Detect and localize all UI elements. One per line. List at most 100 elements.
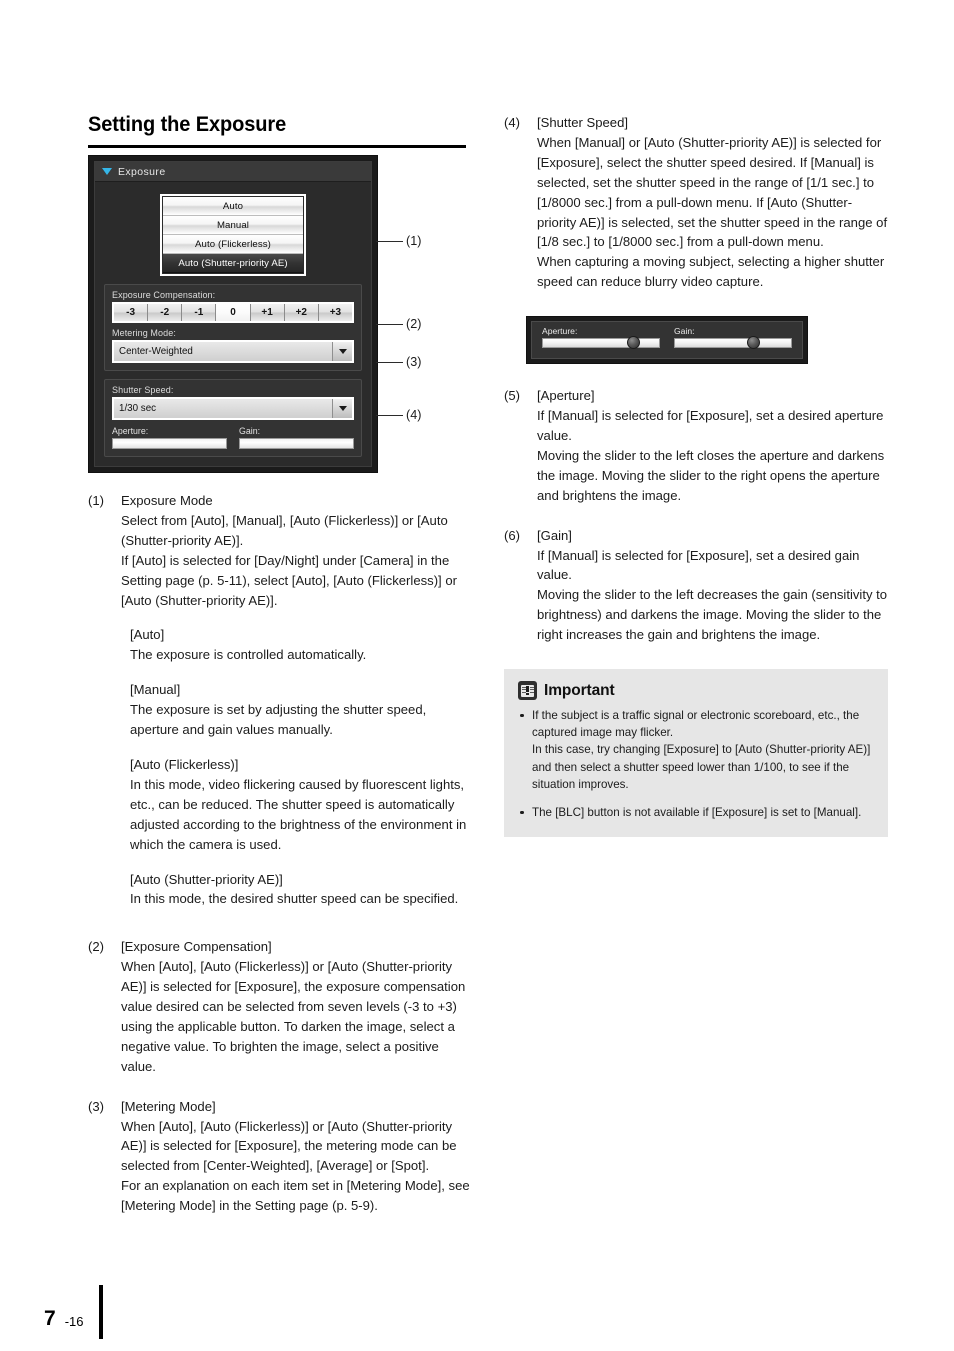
right-column: (4) [Shutter Speed] When [Manual] or [Au… — [504, 113, 888, 838]
item-5-heading: [Aperture] — [537, 388, 595, 404]
list-item-exposure-compensation: (2) [Exposure Compensation] When [Auto],… — [88, 937, 472, 1076]
document-page: Setting the Exposure Exposure Auto Manua… — [0, 0, 954, 1351]
exposure-panel-title: Exposure — [118, 165, 166, 178]
aperture-gain-slider-row: Aperture: Gain: — [542, 326, 792, 350]
item-4-body: When [Manual] or [Auto (Shutter-priority… — [537, 134, 888, 290]
page-title-block: Setting the Exposure — [88, 112, 466, 148]
sub-item-manual: [Manual] The exposure is set by adjustin… — [130, 680, 472, 740]
callout-4: (4) — [376, 408, 422, 422]
footer-bar — [99, 1285, 104, 1339]
exposure-mode-option-manual[interactable]: Manual — [163, 216, 303, 235]
important-callout-box: Important If the subject is a traffic si… — [504, 669, 888, 838]
exposure-compensation-buttons[interactable]: -3 -2 -1 0 +1 +2 +3 — [112, 302, 354, 323]
comp-button-minus2[interactable]: -2 — [148, 304, 183, 321]
exposure-panel-screenshot: Exposure Auto Manual Auto (Flickerless) … — [88, 155, 378, 473]
gain-label: Gain: — [239, 426, 261, 436]
sub-item-auto-flickerless-body: In this mode, video flickering caused by… — [130, 776, 467, 852]
callout-3-label: (3) — [406, 355, 422, 369]
metering-mode-dropdown-arrow-icon[interactable] — [332, 342, 352, 361]
gain-slider-block: Gain: — [239, 426, 354, 449]
list-item-aperture: (5) [Aperture] If [Manual] is selected f… — [504, 386, 888, 505]
sub-item-manual-heading: [Manual] — [130, 682, 181, 698]
aperture-slider-2[interactable] — [542, 336, 660, 350]
important-title: Important — [544, 681, 615, 699]
sub-item-auto-shutter-priority: [Auto (Shutter-priority AE)] In this mod… — [130, 870, 472, 910]
gain-slider[interactable] — [239, 438, 354, 449]
comp-button-plus2[interactable]: +2 — [284, 304, 319, 321]
list-item-shutter-speed: (4) [Shutter Speed] When [Manual] or [Au… — [504, 113, 888, 292]
title-divider — [88, 144, 466, 148]
sub-item-manual-body: The exposure is set by adjusting the shu… — [130, 702, 427, 738]
comp-button-zero[interactable]: 0 — [216, 304, 251, 321]
metering-mode-select[interactable]: Center-Weighted — [112, 340, 354, 363]
list-item-gain: (6) [Gain] If [Manual] is selected for [… — [504, 526, 888, 645]
callout-1: (1) — [376, 234, 421, 248]
callout-2-label: (2) — [406, 317, 422, 331]
metering-mode-value[interactable]: Center-Weighted — [114, 342, 332, 361]
callout-3-leader — [376, 361, 403, 363]
item-4-number: (4) — [504, 115, 521, 130]
item-1-body: Select from [Auto], [Manual], [Auto (Fli… — [121, 512, 457, 608]
shutter-speed-group: Shutter Speed: 1/30 sec Aperture: Gain: — [104, 379, 362, 457]
aperture-gain-row: Aperture: Gain: — [112, 426, 354, 449]
exposure-panel-body: Auto Manual Auto (Flickerless) Auto (Shu… — [95, 182, 371, 466]
aperture-gain-screenshot-inner: Aperture: Gain: — [531, 321, 803, 360]
callout-3: (3) — [376, 355, 422, 369]
aperture-label-2: Aperture: — [542, 326, 578, 337]
item-2-number: (2) — [88, 939, 105, 955]
shutter-speed-select[interactable]: 1/30 sec — [112, 397, 354, 420]
item-1-heading: Exposure Mode — [121, 493, 213, 508]
shutter-speed-dropdown-arrow-icon[interactable] — [332, 399, 352, 418]
item-6-body: If [Manual] is selected for [Exposure], … — [537, 547, 888, 643]
shutter-speed-label: Shutter Speed: — [112, 385, 174, 395]
exposure-mode-option-auto-shutter-priority[interactable]: Auto (Shutter-priority AE) — [163, 254, 303, 273]
aperture-slider-knob[interactable] — [626, 336, 640, 350]
metering-mode-label: Metering Mode: — [112, 328, 176, 338]
exposure-panel-titlebar[interactable]: Exposure — [95, 162, 371, 182]
item-3-body: When [Auto], [Auto (Flickerless)] or [Au… — [121, 1118, 470, 1214]
exposure-compensation-label: Exposure Compensation: — [112, 290, 216, 300]
callout-4-label: (4) — [406, 408, 422, 422]
exposure-mode-list[interactable]: Auto Manual Auto (Flickerless) Auto (Shu… — [160, 194, 306, 276]
important-book-icon — [518, 681, 537, 701]
gain-slider-2[interactable] — [674, 336, 792, 350]
item-5-body: If [Manual] is selected for [Exposure], … — [537, 408, 885, 503]
important-bullet-1-text: If the subject is a traffic signal or el… — [532, 709, 871, 791]
item-2-heading: [Exposure Compensation] — [121, 939, 272, 955]
sub-item-auto-shutter-priority-heading: [Auto (Shutter-priority AE)] — [130, 871, 283, 887]
left-column: Exposure Auto Manual Auto (Flickerless) … — [88, 155, 472, 1222]
item-1-number: (1) — [88, 493, 105, 508]
important-header: Important — [518, 681, 874, 701]
list-item-exposure-mode: (1) Exposure Mode Select from [Auto], [M… — [88, 491, 472, 909]
comp-button-minus3[interactable]: -3 — [114, 304, 149, 321]
page-footer: 7 -16 — [44, 1275, 104, 1339]
shutter-speed-value[interactable]: 1/30 sec — [114, 399, 332, 418]
important-bullet-list: If the subject is a traffic signal or el… — [518, 707, 874, 821]
comp-button-minus1[interactable]: -1 — [182, 304, 217, 321]
sub-item-auto-body: The exposure is controlled automatically… — [130, 647, 367, 663]
footer-page-number: -16 — [64, 1314, 84, 1329]
item-6-heading: [Gain] — [537, 527, 572, 543]
sub-item-auto-shutter-priority-body: In this mode, the desired shutter speed … — [130, 891, 459, 907]
gain-slider-block-2: Gain: — [674, 326, 792, 350]
comp-button-plus3[interactable]: +3 — [318, 304, 352, 321]
callout-4-leader — [376, 414, 403, 416]
bullet-dot-icon — [520, 713, 524, 718]
exposure-mode-option-auto-flickerless[interactable]: Auto (Flickerless) — [163, 235, 303, 254]
item-3-number: (3) — [88, 1098, 105, 1114]
gain-slider-knob[interactable] — [746, 336, 760, 350]
important-bullet-2-text: The [BLC] button is not available if [Ex… — [532, 806, 862, 820]
footer-chapter-number: 7 — [44, 1307, 56, 1330]
item-5-number: (5) — [504, 388, 521, 404]
item-2-body: When [Auto], [Auto (Flickerless)] or [Au… — [121, 959, 466, 1074]
important-bullet-1: If the subject is a traffic signal or el… — [518, 707, 874, 793]
sub-item-auto: [Auto] The exposure is controlled automa… — [130, 625, 472, 665]
page-title: Setting the Exposure — [88, 112, 287, 136]
exposure-mode-option-auto[interactable]: Auto — [163, 197, 303, 216]
callout-2-leader — [376, 323, 403, 325]
sub-item-auto-flickerless: [Auto (Flickerless)] In this mode, video… — [130, 755, 472, 855]
aperture-slider[interactable] — [112, 438, 227, 449]
item-4-heading: [Shutter Speed] — [537, 115, 628, 130]
comp-button-plus1[interactable]: +1 — [250, 304, 285, 321]
chevron-down-icon[interactable] — [102, 168, 112, 175]
